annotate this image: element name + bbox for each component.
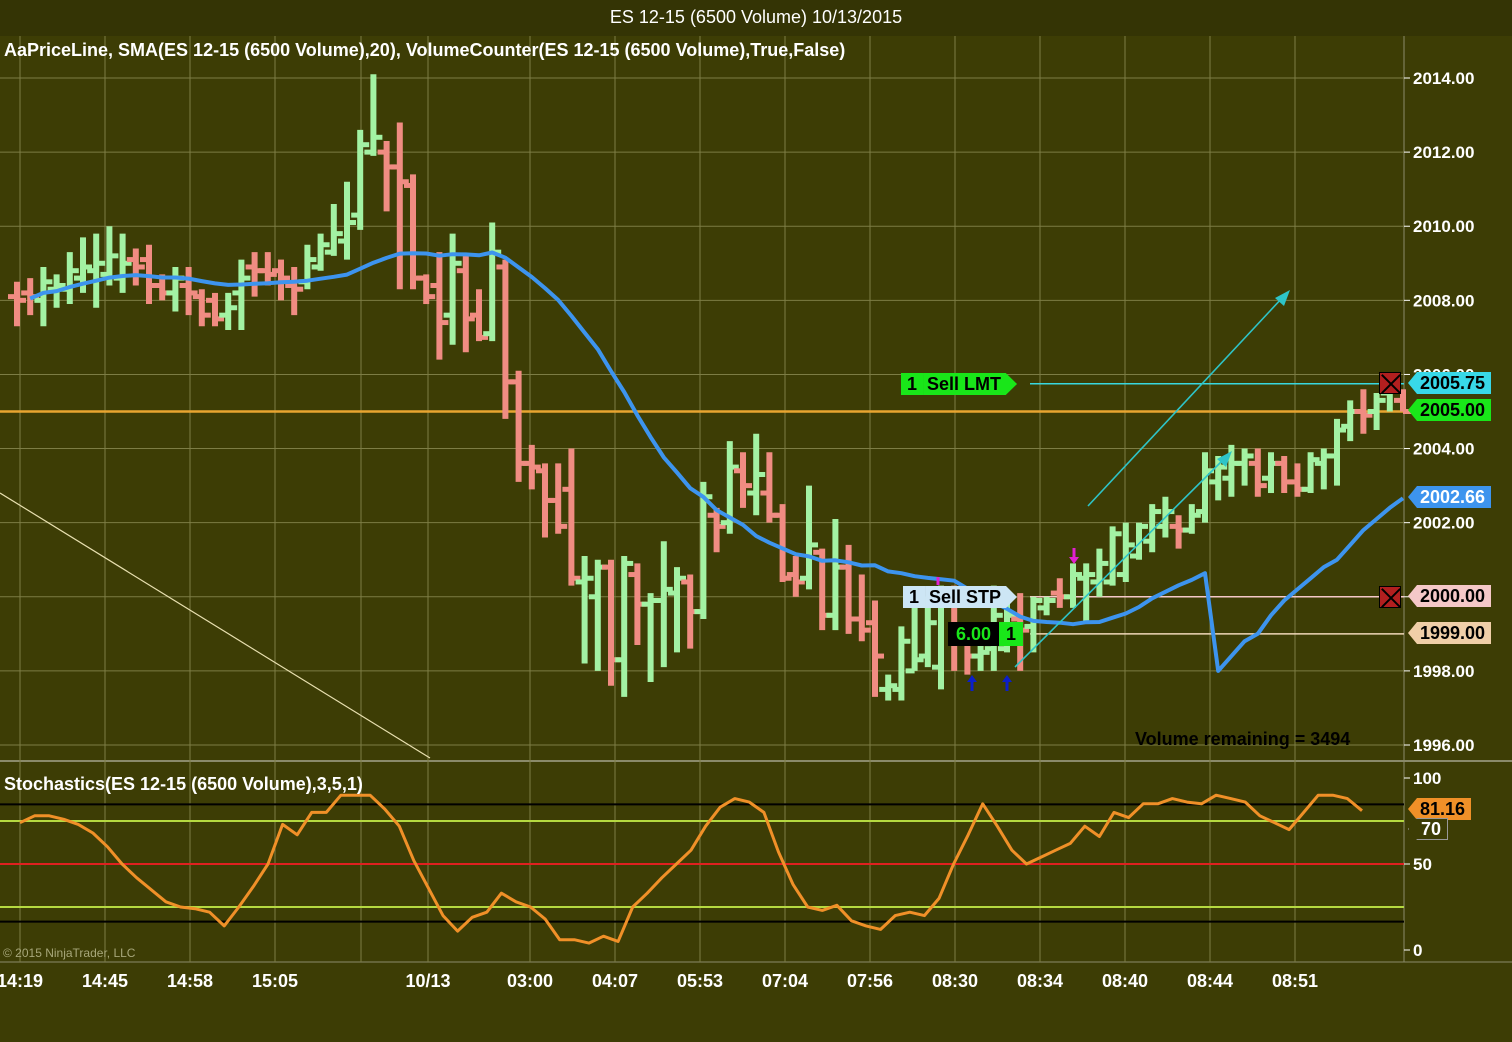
stoch-indicator-label: Stochastics(ES 12-15 (6500 Volume),3,5,1… [4, 774, 363, 794]
last-price-badge: 2005.00 [1408, 399, 1492, 421]
y-tick-label: 2008.00 [1413, 291, 1474, 310]
sma-value-badge: 2002.66 [1408, 486, 1492, 508]
y-tick-label: 2002.00 [1413, 514, 1474, 533]
y-tick-label: 1998.00 [1413, 662, 1474, 681]
sell-limit-qty[interactable]: 1 [901, 373, 924, 395]
x-tick-label: 04:07 [592, 971, 638, 991]
sell-stop-label[interactable]: Sell STP [925, 586, 1018, 608]
stoch-tick-label: 100 [1413, 769, 1441, 788]
limit-price-badge: 2005.75 [1408, 372, 1492, 394]
sell-limit-label[interactable]: Sell LMT [923, 373, 1018, 395]
cancel-stop-order-icon[interactable] [1379, 586, 1401, 608]
price-indicator-label: AaPriceLine, SMA(ES 12-15 (6500 Volume),… [4, 40, 846, 60]
x-tick-label: 05:53 [677, 971, 723, 991]
x-tick-label: 08:44 [1187, 971, 1233, 991]
x-tick-label: 08:30 [932, 971, 978, 991]
x-tick-label: 15:05 [252, 971, 298, 991]
x-tick-label: 07:04 [762, 971, 808, 991]
chart-canvas[interactable]: 1996.001998.002000.002002.002004.002006.… [0, 36, 1512, 1042]
stoch-value-badge: 81.16 [1408, 798, 1472, 820]
volume-remaining: Volume remaining = 3494 [1135, 729, 1351, 749]
sell-limit-order[interactable]: 1 Sell LMT [901, 373, 1018, 395]
x-tick-label: 08:40 [1102, 971, 1148, 991]
position-pnl: 6.00 [948, 622, 1000, 646]
x-tick-label: 03:00 [507, 971, 553, 991]
x-tick-label: 10/13 [405, 971, 450, 991]
y-tick-label: 2012.00 [1413, 143, 1474, 162]
price-panel-bg [0, 36, 1512, 760]
x-tick-label: 14:19 [0, 971, 43, 991]
cancel-limit-order-icon[interactable] [1379, 372, 1401, 394]
x-tick-label: 07:56 [847, 971, 893, 991]
position-qty[interactable]: 1 [999, 622, 1024, 646]
y-tick-label: 2004.00 [1413, 440, 1474, 459]
stoch-tick-label: 0 [1413, 941, 1422, 960]
sell-stop-order[interactable]: 1 Sell STP [903, 586, 1018, 608]
time-axis-ticks: 14:19 14:45 14:58 15:05 10/13 03:00 04:07 05:53… [0, 971, 1318, 991]
x-tick-label: 14:58 [167, 971, 213, 991]
y-tick-label: 2014.00 [1413, 69, 1474, 88]
y-tick-label: 1996.00 [1413, 736, 1474, 755]
y-tick-label: 2010.00 [1413, 217, 1474, 236]
copyright: © 2015 NinjaTrader, LLC [3, 946, 136, 960]
x-tick-label: 08:51 [1272, 971, 1318, 991]
entry-price-badge: 1999.00 [1408, 622, 1492, 644]
stop-price-badge: 2000.00 [1408, 585, 1492, 607]
stoch-tick-label: 50 [1413, 855, 1432, 874]
position-tag[interactable]: 6.00 1 [948, 622, 1024, 646]
sell-stop-qty[interactable]: 1 [903, 586, 926, 608]
chart-window: ES 12-15 (6500 Volume) 10/13/2015 1996.0… [0, 0, 1512, 1042]
x-tick-label: 08:34 [1017, 971, 1063, 991]
x-tick-label: 14:45 [82, 971, 128, 991]
window-title: ES 12-15 (6500 Volume) 10/13/2015 [0, 0, 1512, 36]
